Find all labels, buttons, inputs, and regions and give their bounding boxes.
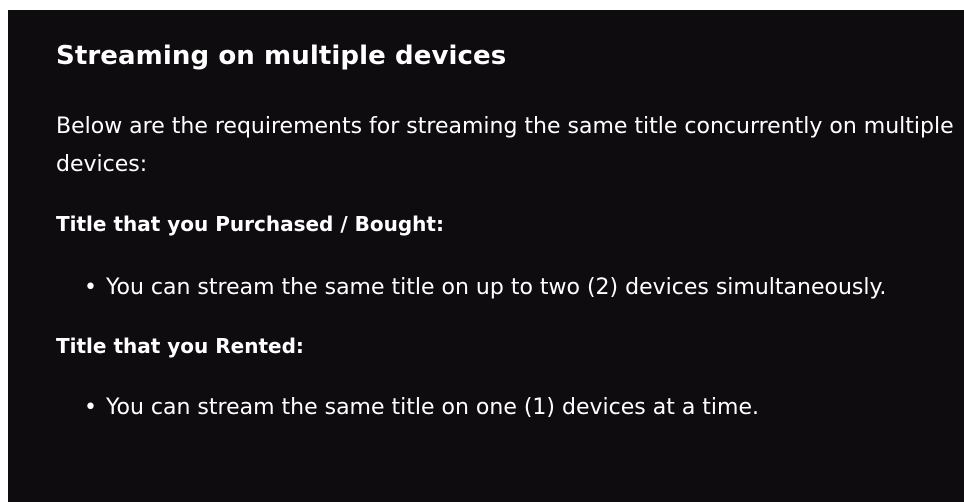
purchased-requirements-list: • You can stream the same title on up to… — [56, 270, 956, 306]
section-heading-rented: Title that you Rented: — [56, 334, 304, 358]
article-title: Streaming on multiple devices — [56, 41, 507, 71]
bullet-icon: • — [84, 275, 97, 300]
rented-requirements-list: • You can stream the same title on one (… — [56, 390, 956, 426]
article-content: Streaming on multiple devices Below are … — [56, 38, 956, 426]
section-heading-purchased: Title that you Purchased / Bought: — [56, 212, 444, 236]
bullet-icon: • — [84, 395, 97, 420]
list-item: • You can stream the same title on one (… — [84, 390, 956, 426]
help-article-panel: Streaming on multiple devices Below are … — [8, 10, 964, 502]
list-item-text: You can stream the same title on one (1)… — [106, 395, 759, 420]
article-intro: Below are the requirements for streaming… — [56, 114, 954, 177]
list-item: • You can stream the same title on up to… — [84, 270, 956, 306]
list-item-text: You can stream the same title on up to t… — [106, 275, 887, 300]
